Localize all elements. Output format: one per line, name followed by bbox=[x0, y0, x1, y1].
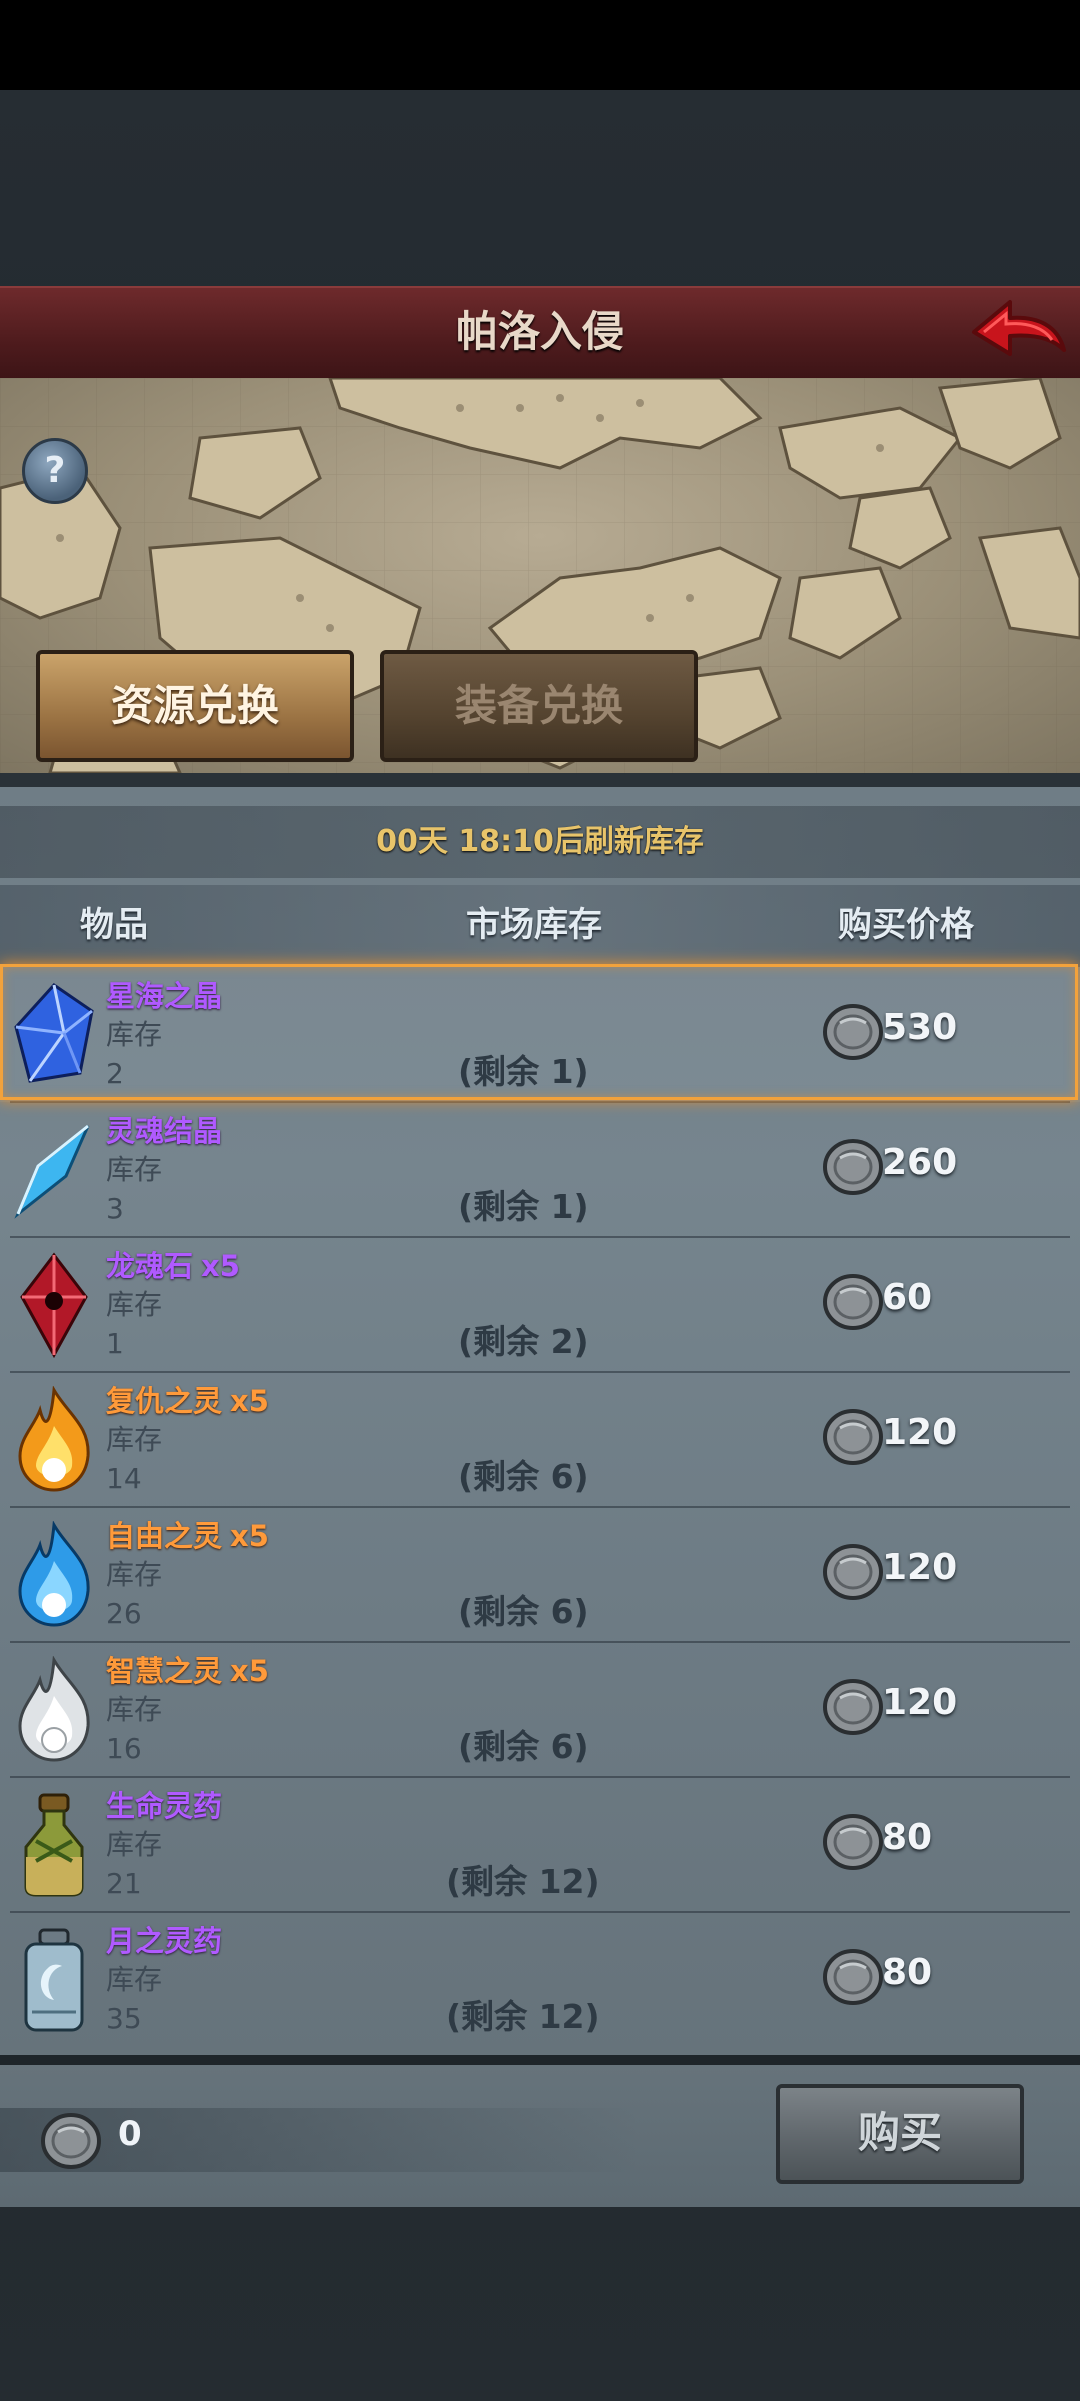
item-name: 生命灵药 bbox=[106, 1783, 222, 1825]
item-name: 灵魂结晶 bbox=[106, 1108, 222, 1150]
remaining-stock: (剩余 1) bbox=[458, 1187, 589, 1226]
item-name: 复仇之灵 x5 bbox=[106, 1378, 269, 1420]
silver-coin-icon bbox=[822, 1676, 884, 1738]
selected-row-highlight bbox=[0, 964, 1078, 1100]
balance-value: 0 bbox=[118, 2114, 142, 2154]
item-row[interactable]: 灵魂结晶库存 3 (剩余 1) 260 bbox=[0, 1102, 1080, 1237]
question-icon: ? bbox=[44, 450, 66, 491]
stock-value: 35 bbox=[106, 2002, 142, 2035]
item-name: 自由之灵 x5 bbox=[106, 1513, 269, 1555]
silver-coin-icon bbox=[40, 2110, 102, 2172]
stock-label: 库存 bbox=[106, 1963, 163, 1996]
item-price: 120 bbox=[882, 1547, 958, 1588]
tab-resource-exchange[interactable]: 资源兑换 bbox=[36, 650, 354, 762]
stock-label: 库存 bbox=[106, 1288, 163, 1321]
remaining-stock: (剩余 12) bbox=[446, 1997, 600, 2036]
remaining-stock: (剩余 12) bbox=[446, 1862, 600, 1901]
item-name-text: 智慧之灵 bbox=[106, 1654, 223, 1688]
stock-value: 3 bbox=[106, 1192, 124, 1225]
moon-potion-icon bbox=[10, 1926, 98, 2034]
life-potion-icon bbox=[10, 1791, 98, 1899]
white-flame-icon bbox=[10, 1655, 98, 1764]
blue-flame-icon bbox=[10, 1520, 98, 1629]
item-row[interactable]: 复仇之灵 x5 库存 14 (剩余 6) 120 bbox=[0, 1372, 1080, 1507]
stock-value: 26 bbox=[106, 1597, 142, 1630]
item-price: 120 bbox=[882, 1412, 958, 1453]
bottom-divider bbox=[0, 2055, 1080, 2065]
item-row[interactable]: 智慧之灵 x5 库存 16 (剩余 6) 120 bbox=[0, 1642, 1080, 1777]
stock-label: 库存 bbox=[106, 1423, 163, 1456]
item-name-text: 灵魂结晶 bbox=[106, 1114, 223, 1148]
remaining-stock: (剩余 2) bbox=[458, 1322, 589, 1361]
item-name-text: 生命灵药 bbox=[106, 1789, 223, 1823]
stock-label: 库存 bbox=[106, 1153, 163, 1186]
silver-coin-icon bbox=[822, 1271, 884, 1333]
back-arrow-icon bbox=[972, 300, 1066, 356]
item-price: 80 bbox=[882, 1817, 933, 1858]
silver-coin-icon bbox=[822, 1136, 884, 1198]
back-arrow-button[interactable] bbox=[968, 292, 1068, 370]
item-name: 智慧之灵 x5 bbox=[106, 1648, 269, 1690]
remaining-stock: (剩余 6) bbox=[458, 1592, 589, 1631]
column-header-price: 购买价格 bbox=[838, 905, 974, 945]
column-header-item: 物品 bbox=[80, 905, 148, 945]
item-row[interactable]: 自由之灵 x5 库存 26 (剩余 6) 120 bbox=[0, 1507, 1080, 1642]
page-title: 帕洛入侵 bbox=[455, 307, 624, 356]
item-row[interactable]: 龙魂石 x5 库存 1 (剩余 2) 60 bbox=[0, 1237, 1080, 1372]
item-quantity: x5 bbox=[230, 1384, 269, 1418]
remaining-stock: (剩余 6) bbox=[458, 1457, 589, 1496]
item-quantity: x5 bbox=[201, 1249, 240, 1283]
stock-value: 21 bbox=[106, 1867, 142, 1900]
help-button[interactable]: ? bbox=[22, 438, 88, 504]
tab-equipment-exchange[interactable]: 装备兑换 bbox=[380, 650, 698, 762]
stock-label: 库存 bbox=[106, 1828, 163, 1861]
item-price: 260 bbox=[882, 1142, 958, 1183]
status-bar bbox=[0, 0, 1080, 90]
stock-value: 1 bbox=[106, 1327, 124, 1360]
panel-divider bbox=[0, 773, 1080, 787]
stock-value: 16 bbox=[106, 1732, 142, 1765]
item-name-text: 龙魂石 bbox=[106, 1249, 194, 1283]
item-row[interactable]: 月之灵药库存 35 (剩余 12) 80 bbox=[0, 1912, 1080, 2047]
item-quantity: x5 bbox=[230, 1654, 269, 1688]
item-price: 80 bbox=[882, 1952, 933, 1993]
silver-coin-icon bbox=[822, 1541, 884, 1603]
remaining-stock: (剩余 6) bbox=[458, 1727, 589, 1766]
column-header-market-stock: 市场库存 bbox=[466, 905, 602, 945]
soul-crystal-icon bbox=[10, 1116, 98, 1224]
item-name: 龙魂石 x5 bbox=[106, 1243, 240, 1285]
orange-flame-icon bbox=[10, 1385, 98, 1494]
stock-label: 库存 bbox=[106, 1558, 163, 1591]
item-price: 60 bbox=[882, 1277, 933, 1318]
stock-label: 库存 bbox=[106, 1693, 163, 1726]
silver-coin-icon bbox=[822, 1406, 884, 1468]
item-name-text: 自由之灵 bbox=[106, 1519, 223, 1553]
item-quantity: x5 bbox=[230, 1519, 269, 1553]
item-row[interactable]: 生命灵药库存 21 (剩余 12) 80 bbox=[0, 1777, 1080, 1912]
silver-coin-icon bbox=[822, 1946, 884, 2008]
dragon-soul-stone-icon bbox=[10, 1251, 98, 1359]
item-name: 月之灵药 bbox=[106, 1918, 222, 1960]
item-name-text: 复仇之灵 bbox=[106, 1384, 223, 1418]
item-name-text: 月之灵药 bbox=[106, 1924, 223, 1958]
buy-button[interactable]: 购买 bbox=[776, 2084, 1024, 2184]
silver-coin-icon bbox=[822, 1811, 884, 1873]
item-price: 120 bbox=[882, 1682, 958, 1723]
stock-value: 14 bbox=[106, 1462, 142, 1495]
refresh-timer-text: 00天 18:10后刷新库存 bbox=[376, 824, 704, 859]
